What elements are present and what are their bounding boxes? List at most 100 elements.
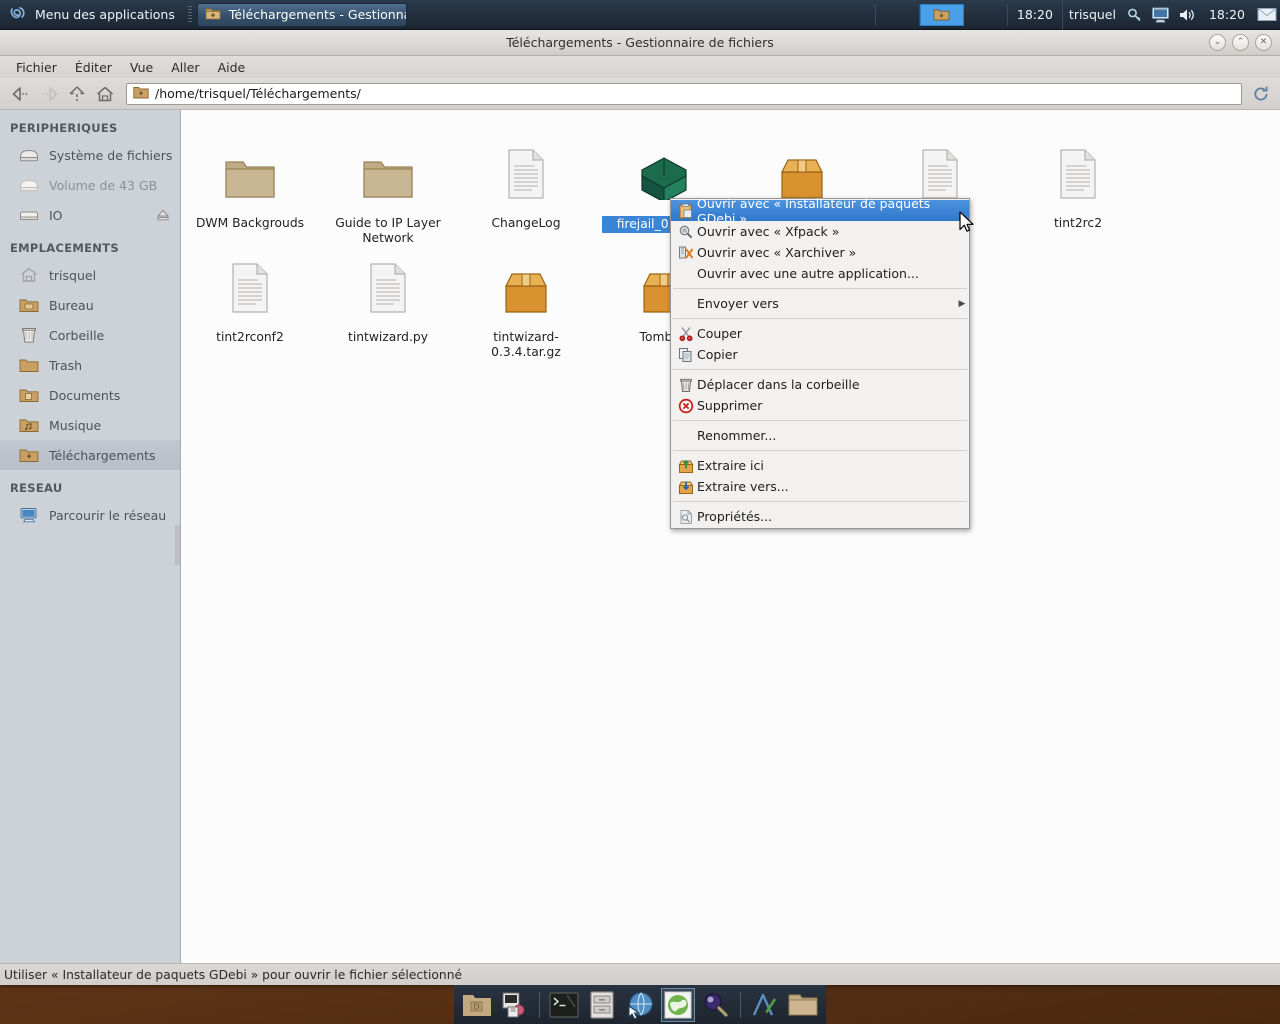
file-manager-window: Téléchargements - Gestionnaire de fichie… xyxy=(0,30,1280,985)
file-name: tint2rc2 xyxy=(1053,216,1103,230)
context-menu-separator xyxy=(673,420,967,421)
text-file-icon xyxy=(359,256,417,314)
sidebar-item-systeme-de-fichiers[interactable]: Système de fichiers xyxy=(0,140,180,170)
context-menu-item-ouvrir-xfpack[interactable]: Ouvrir avec « Xfpack » xyxy=(671,221,969,242)
file-item[interactable]: tintwizard.py xyxy=(319,246,457,360)
panel-clock-right[interactable]: 18:20 xyxy=(1200,7,1254,22)
deb-package-icon xyxy=(635,142,693,200)
context-menu-item-label: Ouvrir avec une autre application... xyxy=(697,266,919,281)
menu-fichier[interactable]: Fichier xyxy=(8,58,65,77)
menu-editer[interactable]: Éditer xyxy=(67,58,120,77)
file-item[interactable]: tint2rconf2 xyxy=(181,246,319,360)
sidebar-resize-handle[interactable] xyxy=(175,525,180,565)
folder-download-icon xyxy=(205,5,221,24)
sidebar-item-label: Téléchargements xyxy=(49,447,156,463)
drive-removable-icon xyxy=(18,205,40,225)
workspace-2[interactable] xyxy=(876,3,920,26)
context-menu-item-deplacer-corbeille[interactable]: Déplacer dans la corbeille xyxy=(671,374,969,395)
sidebar-item-trisquel[interactable]: trisquel xyxy=(0,260,180,290)
taskbar-button-file-manager[interactable]: Téléchargements - Gestionnair... xyxy=(196,2,407,27)
mail-icon[interactable] xyxy=(1256,4,1278,26)
forward-button[interactable] xyxy=(36,82,62,106)
window-body: PERIPHERIQUES Système de fichiers Volume… xyxy=(0,110,1280,963)
sidebar-item-trash[interactable]: Trash xyxy=(0,350,180,380)
eject-icon[interactable] xyxy=(156,208,170,222)
file-name: Guide to IP Layer Network xyxy=(335,216,441,245)
panel-clock-left[interactable]: 18:20 xyxy=(1008,7,1062,22)
sidebar-item-musique[interactable]: Musique xyxy=(0,410,180,440)
panel-grip[interactable] xyxy=(187,5,192,24)
dock-item-terminal[interactable] xyxy=(547,988,581,1022)
parent-folder-button[interactable] xyxy=(64,82,90,106)
sidebar-item-telechargements[interactable]: Téléchargements xyxy=(0,440,180,470)
context-menu-item-label: Propriétés... xyxy=(697,509,773,524)
display-monitor-icon[interactable] xyxy=(1150,4,1172,26)
sidebar-item-volume-43gb[interactable]: Volume de 43 GB xyxy=(0,170,180,200)
context-menu-item-extraire-vers[interactable]: Extraire vers... xyxy=(671,476,969,497)
volume-icon[interactable] xyxy=(1176,4,1198,26)
sidebar-item-parcourir-le-reseau[interactable]: Parcourir le réseau xyxy=(0,500,180,530)
dock-item-search[interactable] xyxy=(699,988,733,1022)
context-menu-item-label: Ouvrir avec « Installateur de paquets GD… xyxy=(697,195,931,226)
menu-aller[interactable]: Aller xyxy=(163,58,207,77)
dock-item-abrowser[interactable] xyxy=(661,987,695,1022)
dock-item-package-manager[interactable] xyxy=(498,988,532,1022)
sidebar-row: Volume de 43 GB xyxy=(0,170,180,200)
context-menu-item-ouvrir-gdebi[interactable]: Ouvrir avec « Installateur de paquets GD… xyxy=(671,196,969,226)
sidebar-item-bureau[interactable]: Bureau xyxy=(0,290,180,320)
sidebar-item-io[interactable]: IO xyxy=(0,200,180,230)
dock-item-editor[interactable] xyxy=(748,988,782,1022)
maximize-button[interactable]: ⌃ xyxy=(1232,34,1249,51)
workspace-3-active[interactable] xyxy=(919,3,964,26)
context-menu-item-couper[interactable]: Couper xyxy=(671,323,969,344)
menu-vue[interactable]: Vue xyxy=(122,58,161,77)
path-text: /home/trisquel/Téléchargements/ xyxy=(155,86,361,101)
panel-username[interactable]: trisquel xyxy=(1063,7,1122,22)
text-file-icon xyxy=(1049,142,1107,200)
context-menu-item-extraire-ici[interactable]: Extraire ici xyxy=(671,455,969,476)
keyboard-layout-icon[interactable] xyxy=(1124,4,1146,26)
applications-menu-button[interactable]: Menu des applications xyxy=(0,0,185,30)
workspace-1[interactable] xyxy=(832,3,876,26)
context-menu-item-supprimer[interactable]: Supprimer xyxy=(671,395,969,416)
workspace-4[interactable] xyxy=(964,3,1008,26)
text-file-icon xyxy=(221,256,279,314)
xarchiver-icon xyxy=(675,244,697,262)
copy-icon xyxy=(675,346,697,364)
window-titlebar[interactable]: Téléchargements - Gestionnaire de fichie… xyxy=(0,30,1280,56)
file-item[interactable]: ChangeLog xyxy=(457,132,595,246)
extract-here-icon xyxy=(675,457,697,475)
delete-icon xyxy=(675,397,697,415)
context-menu-item-renommer[interactable]: Renommer... xyxy=(671,425,969,446)
dock-item-browser[interactable] xyxy=(623,988,657,1022)
context-menu-item-label: Supprimer xyxy=(697,398,763,413)
file-item[interactable]: Guide to IP Layer Network xyxy=(319,132,457,246)
close-button[interactable]: ✕ xyxy=(1255,34,1272,51)
dock-item-file-manager-d[interactable]: D xyxy=(460,988,494,1022)
context-menu-item-proprietes[interactable]: Propriétés... xyxy=(671,506,969,527)
home-button[interactable] xyxy=(92,82,118,106)
sidebar-item-documents[interactable]: Documents xyxy=(0,380,180,410)
workspace-switcher[interactable] xyxy=(832,0,1008,30)
context-menu-item-copier[interactable]: Copier xyxy=(671,344,969,365)
context-menu-item-ouvrir-autre-application[interactable]: Ouvrir avec une autre application... xyxy=(671,263,969,284)
context-menu-separator xyxy=(673,450,967,451)
file-item[interactable]: DWM Backgrouds xyxy=(181,132,319,246)
back-button[interactable] xyxy=(8,82,34,106)
minimize-button[interactable]: ⌄ xyxy=(1209,34,1226,51)
sidebar-item-corbeille[interactable]: Corbeille xyxy=(0,320,180,350)
context-menu-item-envoyer-vers[interactable]: Envoyer vers ▶ xyxy=(671,293,969,314)
path-bar[interactable]: /home/trisquel/Téléchargements/ xyxy=(126,82,1242,105)
dock-item-folder[interactable] xyxy=(786,988,820,1022)
sidebar-row: Système de fichiers xyxy=(0,140,180,170)
dock-item-file-cabinet[interactable] xyxy=(585,988,619,1022)
mouse-cursor xyxy=(959,211,975,238)
applications-menu-label: Menu des applications xyxy=(35,7,175,22)
file-name: tintwizard.py xyxy=(348,330,428,344)
menu-aide[interactable]: Aide xyxy=(210,58,254,77)
reload-button[interactable] xyxy=(1250,83,1272,105)
file-item[interactable]: tintwizard-0.3.4.tar.gz xyxy=(457,246,595,360)
context-menu-item-ouvrir-xarchiver[interactable]: Ouvrir avec « Xarchiver » xyxy=(671,242,969,263)
file-item[interactable]: tint2rc2 xyxy=(1009,132,1147,246)
context-menu-item-label: Couper xyxy=(697,326,743,341)
